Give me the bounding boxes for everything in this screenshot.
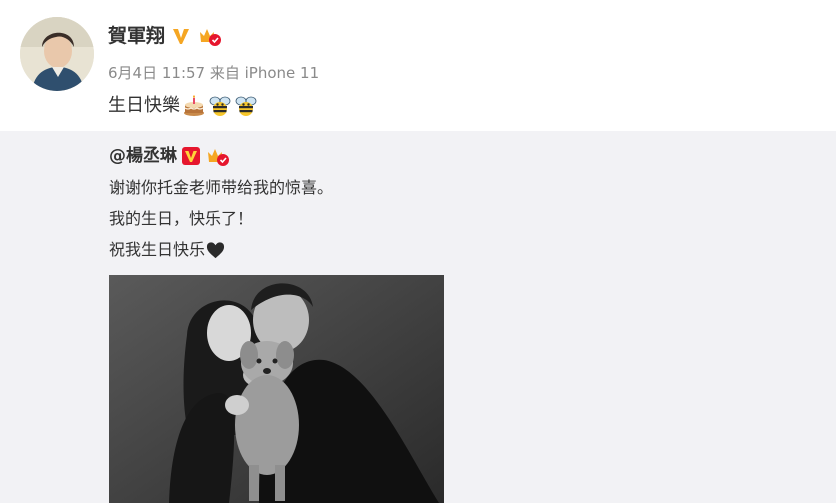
post-header: 賀軍翔 6月4日 11:57 来自 iPhone 11 生日快樂 <box>0 0 836 131</box>
vip-crown-icon <box>208 149 229 166</box>
repost-line-1: 谢谢你托金老师带给我的惊喜。 <box>109 178 334 197</box>
verified-v-icon <box>173 29 190 44</box>
black-heart-icon <box>206 241 225 258</box>
cake-emoji-icon <box>184 95 204 116</box>
author-name[interactable]: 賀軍翔 <box>108 22 223 50</box>
post-meta[interactable]: 6月4日 11:57 来自 iPhone 11 <box>108 62 319 84</box>
repost-author[interactable]: @楊丞琳 <box>109 143 231 169</box>
couple-with-dog-photo <box>109 275 444 503</box>
repost-line-3-text: 祝我生日快乐 <box>109 240 206 259</box>
avatar[interactable] <box>20 17 94 91</box>
repost-photo[interactable] <box>109 275 444 503</box>
avatar-image <box>20 17 94 91</box>
post-text: 生日快樂 <box>108 93 258 119</box>
vip-crown-icon <box>200 29 222 46</box>
bee-emoji-icon <box>209 96 231 116</box>
repost-line-2: 我的生日，快乐了！ <box>109 209 254 228</box>
bee-emoji-icon <box>235 96 257 116</box>
repost-line-3: 祝我生日快乐 <box>109 238 225 262</box>
author-name-text[interactable]: 賀軍翔 <box>108 22 165 50</box>
post-text-content: 生日快樂 <box>108 95 180 116</box>
repost-author-text[interactable]: @楊丞琳 <box>109 143 177 169</box>
verified-v-red-icon <box>182 147 200 165</box>
repost-card[interactable]: @楊丞琳 谢谢你托金老师带给我的惊喜。 我的生日，快乐了！ 祝我生日快乐 <box>0 131 836 503</box>
